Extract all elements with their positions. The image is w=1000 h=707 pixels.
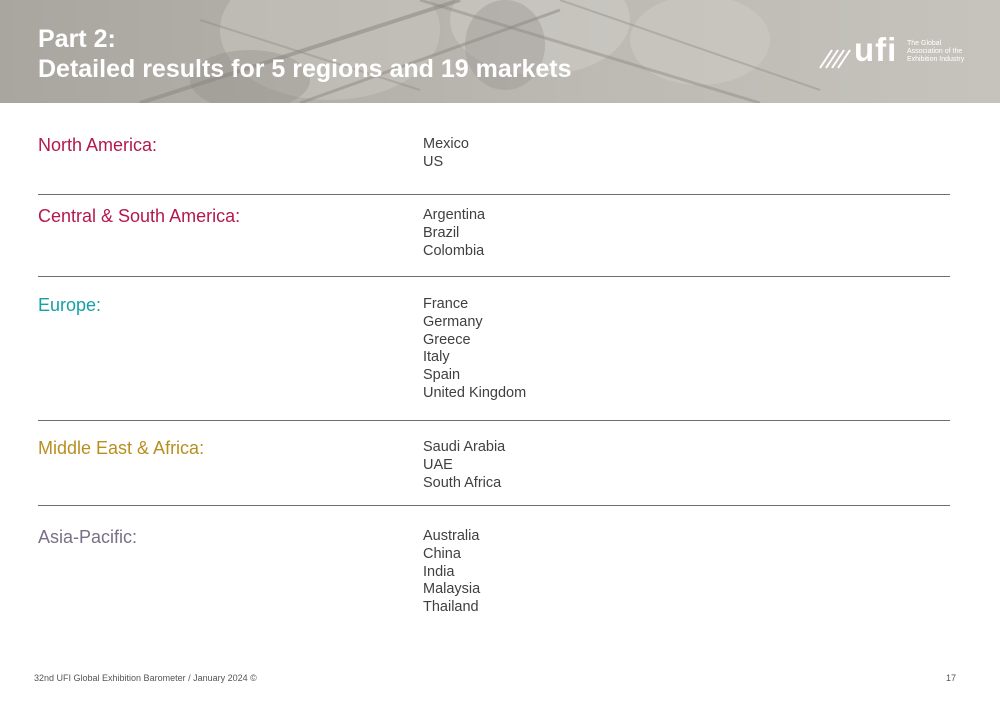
ufi-logo-wordmark: ufi — [854, 31, 898, 68]
footer-source: 32nd UFI Global Exhibition Barometer / J… — [34, 673, 257, 683]
market-item: Saudi Arabia — [423, 439, 506, 455]
market-item: UAE — [423, 456, 453, 473]
market-item: Germany — [423, 313, 483, 330]
title-line-2: Detailed results for 5 regions and 19 ma… — [38, 55, 572, 83]
region-name: Middle East & Africa: — [38, 438, 205, 458]
market-item: Colombia — [423, 242, 485, 259]
market-item: Spain — [423, 367, 461, 384]
divider — [38, 194, 950, 195]
market-item: France — [423, 296, 469, 312]
market-item: Argentina — [423, 207, 486, 223]
market-item: India — [423, 563, 455, 580]
market-list: France Germany Greece Italy Spain United… — [423, 296, 526, 403]
market-item: South Africa — [423, 474, 502, 491]
header-banner: Part 2: Detailed results for 5 regions a… — [0, 0, 1000, 103]
market-list: Saudi Arabia UAE South Africa — [423, 439, 505, 492]
ufi-logo: ufi The Global Association of the Exhibi… — [818, 32, 978, 72]
divider — [38, 420, 950, 421]
ufi-logo-stripes-icon — [819, 49, 851, 69]
title-line-1: Part 2: — [38, 25, 116, 53]
page-number: 17 — [946, 673, 957, 683]
market-item: Italy — [423, 349, 450, 366]
market-list: Argentina Brazil Colombia — [423, 207, 485, 260]
market-list: Mexico US — [423, 136, 469, 172]
market-item: Mexico — [423, 136, 469, 152]
market-item: United Kingdom — [423, 384, 527, 401]
region-name: North America: — [38, 135, 158, 155]
market-list: Australia China India Malaysia Thailand — [423, 528, 480, 617]
page-title: Part 2: Detailed results for 5 regions a… — [38, 24, 572, 84]
region-name: Asia-Pacific: — [38, 527, 138, 547]
divider — [38, 276, 950, 277]
market-item: Australia — [423, 528, 480, 544]
ufi-logo-tagline: The Global Association of the Exhibition… — [907, 40, 965, 63]
market-item: Malaysia — [423, 581, 481, 598]
region-name: Central & South America: — [38, 206, 241, 226]
market-item: Greece — [423, 331, 471, 348]
market-item: Thailand — [423, 599, 479, 616]
market-item: China — [423, 545, 461, 562]
divider — [38, 505, 950, 506]
region-name: Europe: — [38, 295, 102, 315]
market-item: Brazil — [423, 224, 460, 241]
market-item: US — [423, 153, 444, 170]
